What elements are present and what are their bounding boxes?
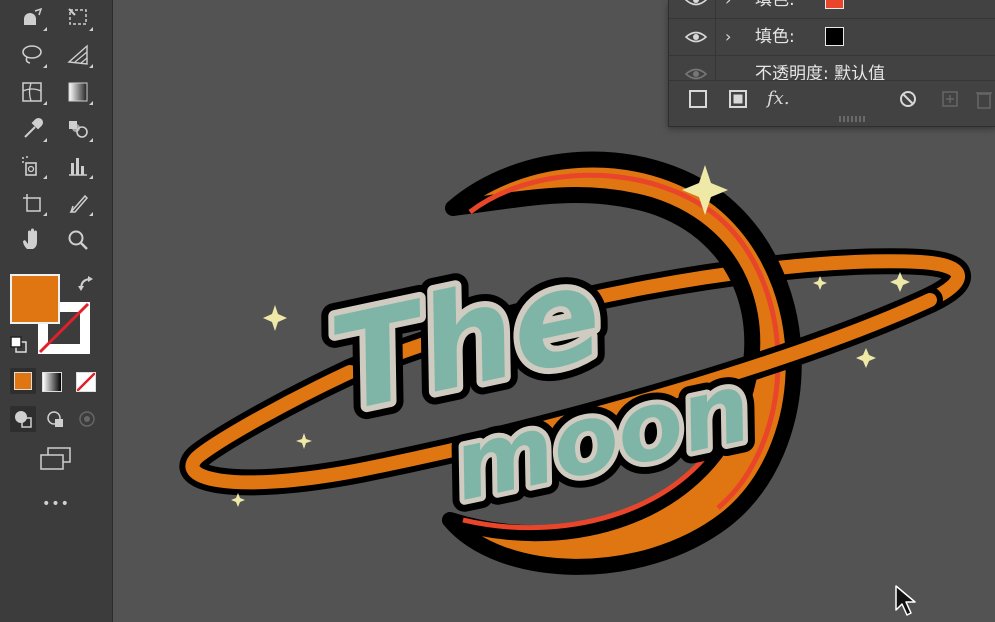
slice-icon[interactable] [62, 189, 94, 217]
tool-group-indicator [43, 64, 47, 68]
fill-color-swatch[interactable] [825, 0, 844, 9]
tool-group-indicator [43, 175, 47, 179]
add-fill-icon[interactable] [727, 88, 749, 110]
gradient-icon[interactable] [62, 78, 94, 106]
tool-group-indicator [43, 27, 47, 31]
appearance-row-fill-2[interactable]: › 填色: [669, 19, 995, 56]
visibility-eye-icon[interactable] [685, 28, 707, 46]
clear-appearance-icon[interactable] [897, 88, 919, 110]
tool-group-indicator [89, 212, 93, 216]
mesh-icon[interactable] [16, 78, 48, 106]
expand-chevron-icon[interactable]: › [725, 0, 731, 8]
row-divider [715, 19, 716, 55]
shape-builder-icon[interactable] [16, 4, 48, 32]
visibility-eye-icon[interactable] [685, 0, 707, 9]
symbol-sprayer-icon[interactable] [16, 152, 48, 180]
draw-behind-icon[interactable] [44, 408, 66, 430]
row-divider [715, 0, 716, 18]
tools-panel: ••• [0, 0, 113, 622]
tool-group-indicator [89, 27, 93, 31]
duplicate-item-icon[interactable] [939, 88, 961, 110]
artboard-icon[interactable] [16, 189, 48, 217]
fill-label: 填色: [755, 0, 795, 10]
color-mode-button[interactable] [10, 368, 36, 394]
tool-group-indicator [89, 64, 93, 68]
appearance-panel: › 填色: › 填色: 不透明度: 默认值 fx. [668, 0, 995, 127]
panel-resize-grip[interactable] [839, 116, 867, 122]
tool-group-indicator [89, 101, 93, 105]
perspective-grid-icon[interactable] [62, 41, 94, 69]
eyedropper-icon[interactable] [16, 115, 48, 143]
expand-chevron-icon[interactable]: › [725, 29, 731, 45]
appearance-row-fill-1[interactable]: › 填色: [669, 0, 995, 19]
lasso-icon[interactable] [16, 41, 48, 69]
zoom-icon[interactable] [62, 226, 94, 254]
panel-footer: fx. [669, 78, 995, 118]
gradient-mode-button[interactable] [42, 372, 62, 392]
draw-normal-icon[interactable] [10, 406, 36, 432]
tool-group-indicator [89, 175, 93, 179]
draw-inside-icon[interactable] [76, 408, 98, 430]
hand-icon[interactable] [16, 226, 48, 254]
screen-mode-icon[interactable] [38, 446, 74, 472]
none-mode-button[interactable] [76, 372, 96, 392]
add-stroke-icon[interactable] [687, 88, 709, 110]
blend-icon[interactable] [62, 115, 94, 143]
fill-label: 填色: [755, 27, 795, 47]
fill-swatch[interactable] [10, 274, 60, 324]
swap-fill-stroke-icon[interactable] [78, 276, 96, 292]
mouse-cursor [895, 585, 916, 616]
tool-group-indicator [43, 212, 47, 216]
tool-group-indicator [43, 138, 47, 142]
tool-group-indicator [89, 138, 93, 142]
more-tools-button[interactable]: ••• [36, 496, 76, 512]
column-graph-icon[interactable] [62, 152, 94, 180]
delete-item-icon[interactable] [973, 88, 995, 110]
default-colors-icon[interactable] [10, 336, 28, 354]
fill-color-swatch[interactable] [825, 27, 844, 46]
add-effect-button[interactable]: fx. [767, 88, 790, 109]
free-transform-icon[interactable] [62, 4, 94, 32]
tool-group-indicator [43, 101, 47, 105]
